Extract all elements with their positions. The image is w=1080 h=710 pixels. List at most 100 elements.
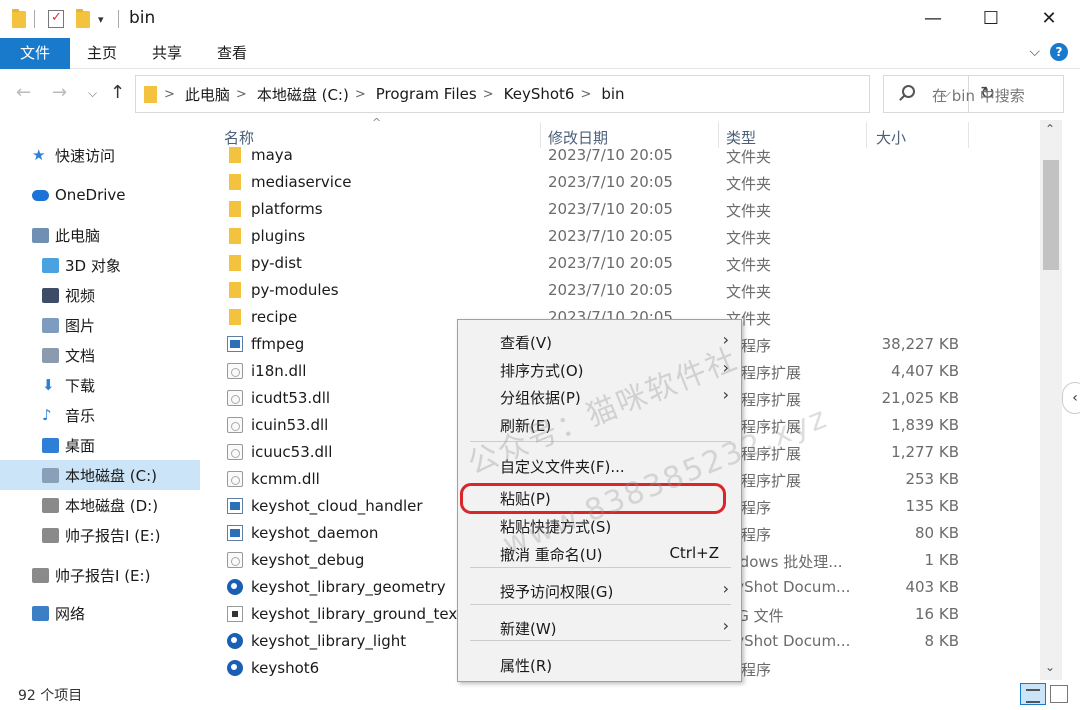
properties-quick-access-icon[interactable] [48, 9, 64, 29]
file-row[interactable]: mediaservice 2023/7/10 20:05 文件夹 [214, 168, 1040, 195]
maximize-button[interactable]: ☐ [976, 5, 1006, 33]
sidebar-item[interactable]: 网络 [0, 598, 200, 628]
ks-file-icon [227, 579, 243, 595]
menu-item-label: 属性(R) [500, 657, 553, 675]
up-arrow-icon[interactable]: ↑ [110, 82, 125, 103]
ks-file-icon [227, 660, 243, 676]
sort-ascending-icon: ^ [372, 116, 382, 129]
sidebar-item[interactable]: 帅子报告I (E:) [0, 560, 200, 590]
breadcrumb-drive-c[interactable]: 本地磁盘 (C:) [257, 84, 349, 105]
sidebar-item-label: 帅子报告I (E:) [55, 566, 151, 585]
chevron-right-icon[interactable]: > [355, 87, 366, 102]
tab-file[interactable]: 文件 [0, 38, 70, 69]
file-name: keyshot_debug [251, 551, 365, 569]
scroll-down-icon[interactable]: ⌄ [1045, 660, 1055, 674]
sidebar-item[interactable]: OneDrive [0, 180, 200, 210]
context-menu-item[interactable]: 属性(R) [458, 650, 741, 678]
expand-ribbon-icon[interactable]: ⌵ [1029, 44, 1040, 60]
status-bar: 92 个项目 [0, 680, 1080, 710]
file-name: ffmpeg [251, 335, 305, 353]
network-icon [32, 605, 49, 621]
breadcrumb-program-files[interactable]: Program Files [376, 85, 477, 103]
folder-icon [12, 8, 26, 29]
sidebar-item[interactable]: 视频 [0, 280, 200, 310]
details-view-icon[interactable] [1020, 683, 1046, 705]
scroll-up-icon[interactable]: ⌃ [1045, 122, 1055, 136]
dll-file-icon [227, 552, 243, 568]
drive-windows-icon [42, 467, 59, 483]
film-icon [42, 287, 59, 303]
close-button[interactable]: ✕ [1034, 5, 1064, 33]
sidebar-item-label: 下载 [65, 376, 96, 395]
file-row[interactable]: platforms 2023/7/10 20:05 文件夹 [214, 195, 1040, 222]
sidebar-item[interactable]: 本地磁盘 (D:) [0, 490, 200, 520]
minimize-button[interactable]: — [918, 5, 948, 33]
file-date: 2023/7/10 20:05 [548, 227, 673, 245]
file-name: keyshot_daemon [251, 524, 379, 542]
address-bar[interactable]: > 此电脑 > 本地磁盘 (C:) > Program Files > KeyS… [135, 75, 995, 113]
folder-icon [229, 147, 241, 163]
breadcrumb-keyshot6[interactable]: KeyShot6 [504, 85, 575, 103]
chevron-right-icon[interactable]: > [236, 87, 247, 102]
sidebar-item-label: 图片 [65, 316, 96, 335]
file-type: eyShot Docum... [726, 632, 851, 650]
file-name: recipe [251, 308, 298, 326]
chevron-right-icon: › [722, 616, 729, 635]
back-arrow-icon[interactable]: ← [16, 82, 31, 103]
file-size: 8 KB [924, 632, 959, 650]
new-folder-quick-access-icon[interactable] [76, 8, 90, 29]
chevron-right-icon[interactable]: > [164, 87, 175, 102]
sidebar-item[interactable]: 此电脑 [0, 220, 200, 250]
tab-home[interactable]: 主页 [80, 38, 124, 69]
chevron-right-icon: › [722, 579, 729, 598]
context-menu-item[interactable]: 新建(W) › [458, 613, 741, 641]
file-row[interactable]: py-modules 2023/7/10 20:05 文件夹 [214, 276, 1040, 303]
file-name: maya [251, 146, 293, 164]
breadcrumb-bin[interactable]: bin [601, 85, 624, 103]
sidebar-item[interactable]: 本地磁盘 (C:) [0, 460, 200, 490]
scrollbar-thumb[interactable] [1043, 160, 1059, 270]
sidebar-item[interactable]: ★ 快速访问 [0, 140, 200, 170]
download-icon: ⬇ [42, 375, 55, 394]
context-menu-item[interactable]: 授予访问权限(G) › [458, 576, 741, 604]
usb-drive-icon [42, 527, 59, 543]
forward-arrow-icon[interactable]: → [52, 82, 67, 103]
file-name: py-dist [251, 254, 302, 272]
file-name: plugins [251, 227, 306, 245]
large-icons-view-icon[interactable] [1050, 685, 1068, 703]
chevron-right-icon[interactable]: > [580, 87, 591, 102]
sidebar-item[interactable]: 3D 对象 [0, 250, 200, 280]
sidebar-item[interactable]: 帅子报告I (E:) [0, 520, 200, 550]
file-size: 16 KB [915, 605, 959, 623]
search-input[interactable]: 在 bin 中搜索 [883, 75, 1064, 113]
file-row[interactable]: py-dist 2023/7/10 20:05 文件夹 [214, 249, 1040, 276]
tab-share[interactable]: 共享 [144, 38, 190, 69]
exe-file-icon [227, 336, 243, 352]
file-row[interactable]: plugins 2023/7/10 20:05 文件夹 [214, 222, 1040, 249]
menu-separator [470, 567, 731, 568]
sidebar-item[interactable]: 文档 [0, 340, 200, 370]
item-count: 92 个项目 [18, 688, 83, 704]
drive-icon [42, 497, 59, 513]
document-icon [42, 347, 59, 363]
file-row[interactable]: maya 2023/7/10 20:05 文件夹 [214, 142, 1040, 168]
file-name: icudt53.dll [251, 389, 331, 407]
recent-locations-icon[interactable]: ⌵ [88, 86, 97, 101]
vertical-scrollbar[interactable]: ⌃ ⌄ [1040, 120, 1062, 680]
help-icon[interactable]: ? [1050, 43, 1068, 61]
file-size: 403 KB [905, 578, 959, 596]
customize-quick-access-icon[interactable]: ▾ [98, 9, 104, 29]
sidebar-item[interactable]: ♪ 音乐 [0, 400, 200, 430]
sidebar-item-label: 视频 [65, 286, 96, 305]
breadcrumb-this-pc[interactable]: 此电脑 [185, 84, 230, 105]
sidebar-item[interactable]: 图片 [0, 310, 200, 340]
sidebar-item-label: 音乐 [65, 406, 96, 425]
sidebar-item[interactable]: ⬇ 下载 [0, 370, 200, 400]
context-menu-item[interactable]: 撤消 重命名(U) Ctrl+Z [458, 539, 741, 567]
sidebar-item[interactable]: 桌面 [0, 430, 200, 460]
chevron-left-icon[interactable]: ‹ [1062, 382, 1080, 414]
chevron-right-icon[interactable]: > [483, 87, 494, 102]
file-name: platforms [251, 200, 323, 218]
tab-view[interactable]: 查看 [209, 38, 255, 69]
file-type: 文件夹 [726, 202, 772, 220]
